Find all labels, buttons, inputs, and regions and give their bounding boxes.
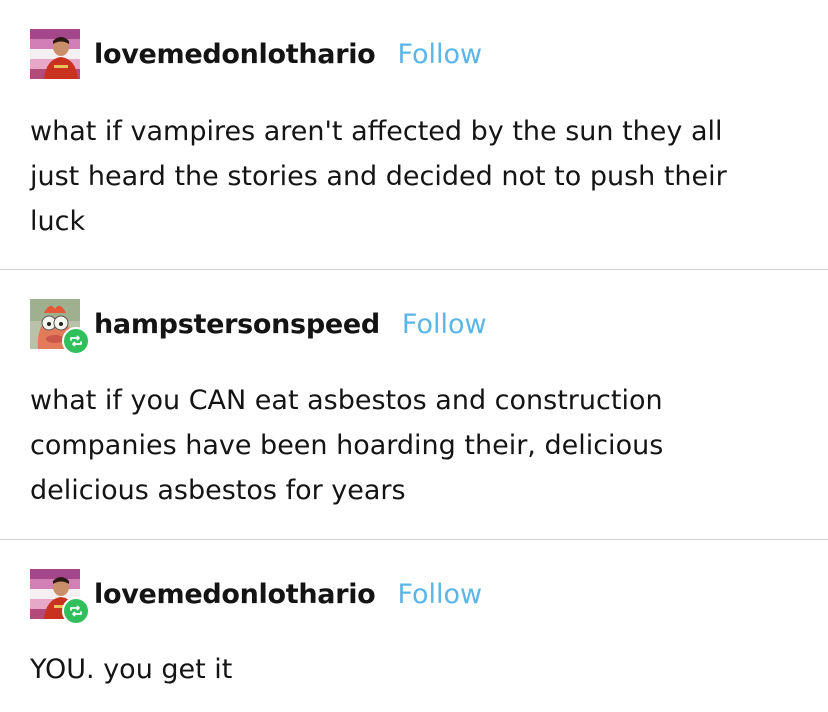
username[interactable]: hampstersonspeed [94,309,380,340]
post-body: YOU. you get it [30,654,233,685]
username[interactable]: lovemedonlothario [94,39,376,70]
post-2: hampstersonspeed Follow what if you CAN … [0,270,828,539]
reblog-badge [62,327,90,355]
follow-button[interactable]: Follow [402,309,487,340]
reblog-icon [70,335,82,347]
reblog-badge [62,597,90,625]
post-header: lovemedonlothario Follow [30,568,482,625]
post-header: hampstersonspeed Follow [30,298,487,355]
post-3: lovemedonlothario Follow YOU. you get it [0,540,828,712]
avatar[interactable] [30,299,90,355]
post-1: lovemedonlothario Follow what if vampire… [0,0,828,269]
follow-button[interactable]: Follow [397,579,482,610]
avatar[interactable] [30,29,80,79]
reblog-icon [70,605,82,617]
post-header: lovemedonlothario Follow [30,28,482,80]
follow-button[interactable]: Follow [397,39,482,70]
user-avatar-icon [30,29,80,79]
avatar[interactable] [30,569,90,625]
post-body: what if vampires aren't affected by the … [30,116,727,237]
post-body: what if you CAN eat asbestos and constru… [30,385,664,506]
username[interactable]: lovemedonlothario [94,579,376,610]
